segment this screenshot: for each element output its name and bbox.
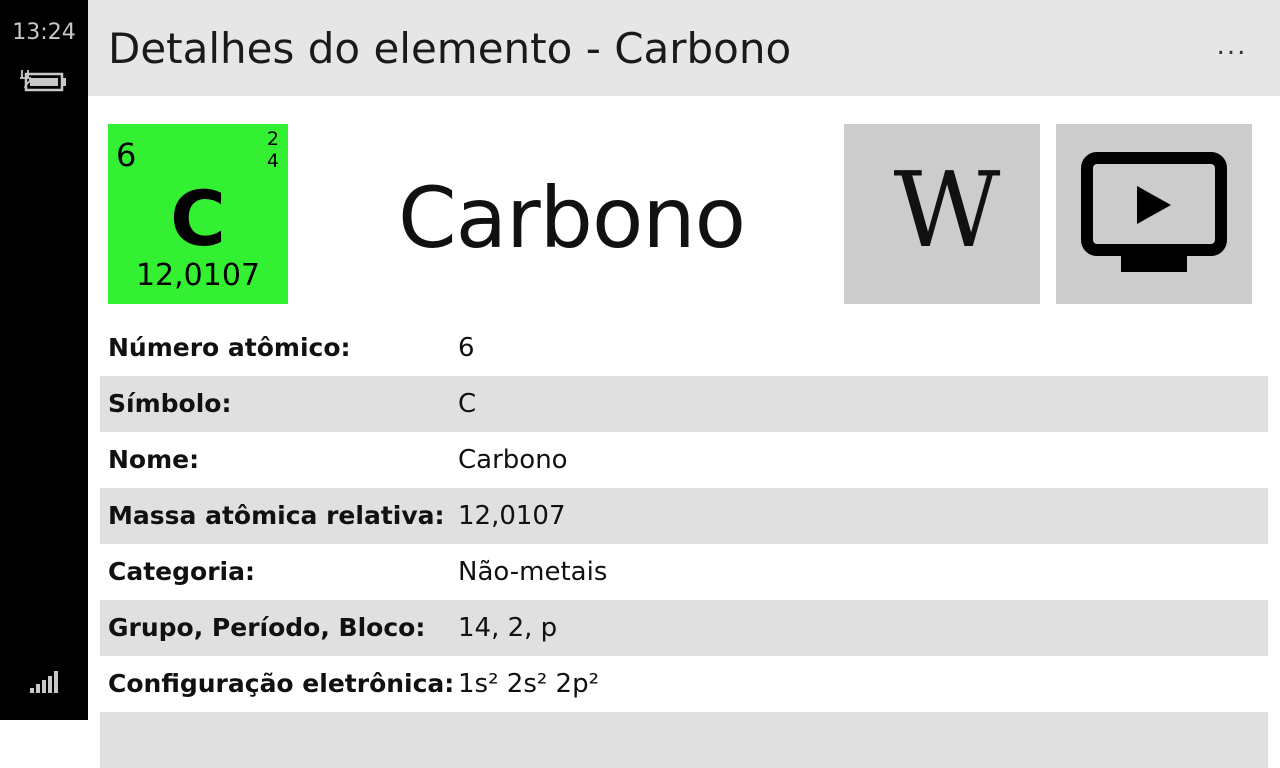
property-value: 12,0107 <box>458 501 566 531</box>
system-status-bar: 13:24 <box>0 0 88 720</box>
video-play-icon <box>1081 152 1227 280</box>
property-row-symbol: Símbolo: C <box>100 376 1268 432</box>
property-row-category: Categoria: Não-metais <box>100 544 1268 600</box>
property-label: Massa atômica relativa: <box>108 501 445 530</box>
property-row-electron-config: Configuração eletrônica: 1s² 2s² 2p² <box>100 656 1268 712</box>
element-name-heading: Carbono <box>398 169 746 267</box>
property-label: Número atômico: <box>108 333 351 362</box>
property-value: 6 <box>458 333 475 363</box>
wikipedia-icon: W <box>893 149 1001 271</box>
property-value: 14, 2, p <box>458 613 558 643</box>
battery-charging-icon <box>20 68 68 98</box>
property-label: Grupo, Período, Bloco: <box>108 613 426 642</box>
property-row-atomic-mass: Massa atômica relativa: 12,0107 <box>100 488 1268 544</box>
property-value: 1s² 2s² 2p² <box>458 669 600 699</box>
property-label: Símbolo: <box>108 389 232 418</box>
tile-electron-shells: 2 4 <box>267 128 279 172</box>
app-header: Detalhes do elemento - Carbono ... <box>88 0 1280 96</box>
property-value: C <box>458 389 477 419</box>
property-value: Carbono <box>458 445 568 475</box>
element-tile: 6 2 4 C 12,0107 <box>108 124 288 304</box>
property-value: Não-metais <box>458 557 608 587</box>
more-options-button[interactable]: ... <box>1204 26 1260 66</box>
tile-atomic-number: 6 <box>116 136 137 174</box>
property-row-atomic-number: Número atômico: 6 <box>100 320 1268 376</box>
signal-strength-icon <box>28 670 62 698</box>
wikipedia-button[interactable]: W <box>844 124 1040 304</box>
property-label: Nome: <box>108 445 200 474</box>
property-row-name: Nome: Carbono <box>100 432 1268 488</box>
property-row-next <box>100 712 1268 768</box>
status-time: 13:24 <box>12 20 76 45</box>
tile-symbol: C <box>170 174 226 263</box>
properties-table: Número atômico: 6 Símbolo: C Nome: Carbo… <box>100 320 1268 768</box>
video-button[interactable] <box>1056 124 1252 304</box>
tile-atomic-mass: 12,0107 <box>135 258 261 293</box>
page-title: Detalhes do elemento - Carbono <box>108 24 792 73</box>
property-label: Configuração eletrônica: <box>108 669 455 698</box>
tile-shell-1: 2 <box>266 128 279 150</box>
property-row-group-period-block: Grupo, Período, Bloco: 14, 2, p <box>100 600 1268 656</box>
tile-shell-2: 4 <box>266 150 279 172</box>
property-label: Categoria: <box>108 557 255 586</box>
